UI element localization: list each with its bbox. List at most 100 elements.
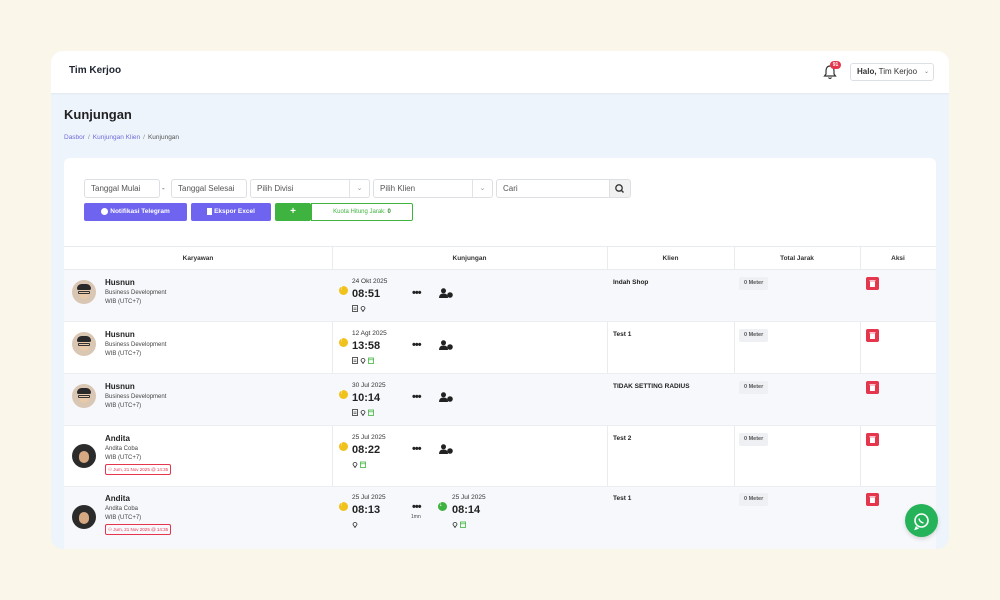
client-name[interactable]: Test 1 — [613, 495, 631, 502]
user-menu-dropdown[interactable]: Halo, Tim Kerjoo ⌄ — [850, 63, 934, 81]
chevron-down-icon: ⌄ — [923, 69, 929, 75]
calendar-icon[interactable] — [368, 409, 374, 416]
checkin-date: 30 Jul 2025 — [352, 382, 386, 389]
document-icon[interactable] — [352, 357, 358, 364]
checkin-time: 08:51 — [352, 288, 381, 300]
calendar-icon[interactable] — [360, 461, 366, 468]
breadcrumb-client-visits[interactable]: Kunjungan Klien — [93, 134, 140, 141]
employee-name[interactable]: Andita — [105, 434, 130, 443]
location-pin-icon[interactable] — [360, 305, 366, 312]
trash-icon[interactable] — [866, 433, 879, 446]
user-clock-icon[interactable] — [439, 392, 453, 402]
checkin-date: 25 Jul 2025 — [352, 494, 386, 501]
table-row[interactable]: Husnun Business Development WIB (UTC+7) … — [64, 270, 936, 322]
col-header-visit: Kunjungan — [452, 255, 487, 262]
location-pin-icon[interactable] — [360, 409, 366, 416]
table-row[interactable]: Andita Andita Coba WIB (UTC+7) ⚇ Jum, 21… — [64, 426, 936, 487]
notification-badge: 91 — [830, 61, 841, 69]
telegram-notification-button[interactable]: Notifikasi Telegram — [84, 203, 187, 221]
employee-name[interactable]: Husnun — [105, 382, 135, 391]
checkin-date: 12 Agt 2025 — [352, 330, 387, 337]
calendar-icon[interactable] — [368, 357, 374, 364]
employee-division: Andita Coba — [105, 506, 139, 512]
table-row[interactable]: Husnun Business Development WIB (UTC+7) … — [64, 374, 936, 426]
arrow-down-icon: ↓ — [438, 501, 447, 511]
checkout-info-icons — [452, 521, 468, 529]
table-row[interactable]: Husnun Business Development WIB (UTC+7) … — [64, 322, 936, 374]
document-icon[interactable] — [352, 409, 358, 416]
client-select[interactable]: Pilih Klien ⌄ — [373, 179, 493, 198]
trash-icon[interactable] — [866, 493, 879, 506]
whatsapp-button[interactable] — [905, 504, 938, 537]
checkin-time: 08:13 — [352, 504, 381, 516]
employee-timezone: WIB (UTC+7) — [105, 351, 142, 357]
employee-name[interactable]: Husnun — [105, 330, 135, 339]
add-visit-button[interactable]: + — [275, 203, 311, 221]
last-active-text: Jum, 21 Nov 2025 @ 14:35 — [113, 467, 169, 472]
employee-name[interactable]: Andita — [105, 494, 130, 503]
client-name[interactable]: TIDAK SETTING RADIUS — [613, 383, 690, 390]
avatar — [72, 332, 96, 356]
document-icon[interactable] — [352, 305, 358, 312]
breadcrumb-dashboard[interactable]: Dasbor — [64, 134, 85, 141]
more-options-icon[interactable]: ••• — [412, 287, 422, 299]
client-name[interactable]: Test 2 — [613, 435, 631, 442]
location-pin-icon[interactable] — [352, 521, 358, 528]
user-clock-icon[interactable] — [439, 288, 453, 298]
checkout-time: 08:14 — [452, 504, 481, 516]
breadcrumb: Dasbor / Kunjungan Klien / Kunjungan — [64, 134, 180, 141]
checkin-time: 13:58 — [352, 340, 381, 352]
visit-duration: 1mn — [411, 514, 421, 520]
trash-icon[interactable] — [866, 381, 879, 394]
more-options-icon[interactable]: ••• — [412, 501, 422, 513]
distance-badge: 0 Meter — [739, 329, 769, 342]
employee-name[interactable]: Husnun — [105, 278, 135, 287]
chevron-down-icon: ⌄ — [349, 180, 369, 197]
location-pin-icon[interactable] — [452, 521, 458, 528]
visit-info-icons — [352, 409, 376, 417]
checkout-date: 25 Jul 2025 — [452, 494, 486, 501]
col-header-distance: Total Jarak — [780, 255, 814, 262]
telegram-icon — [101, 207, 109, 215]
calendar-icon[interactable] — [460, 521, 466, 528]
distance-badge: 0 Meter — [739, 277, 769, 290]
start-date-input[interactable]: Tanggal Mulai — [84, 179, 160, 198]
end-date-input[interactable]: Tanggal Selesai — [171, 179, 247, 198]
more-options-icon[interactable]: ••• — [412, 443, 422, 455]
division-select[interactable]: Pilih Divisi ⌄ — [250, 179, 370, 198]
export-excel-button[interactable]: Ekspor Excel — [191, 203, 271, 221]
distance-badge: 0 Meter — [739, 493, 769, 506]
top-navbar: Tim Kerjoo 91 Halo, Tim Kerjoo ⌄ — [51, 51, 949, 93]
quota-label: Kuota Hitung Jarak: — [333, 209, 386, 215]
user-clock-icon[interactable] — [439, 444, 453, 454]
employee-division: Business Development — [105, 342, 167, 348]
visit-info-icons — [352, 305, 368, 313]
client-name[interactable]: Test 1 — [613, 331, 631, 338]
breadcrumb-current: Kunjungan — [147, 134, 180, 141]
client-name[interactable]: Indah Shop — [613, 279, 648, 286]
date-separator: - — [162, 184, 165, 193]
trash-icon[interactable] — [866, 329, 879, 342]
visits-card: Tanggal Mulai - Tanggal Selesai Pilih Di… — [64, 158, 936, 549]
search-button[interactable] — [609, 179, 631, 198]
trash-icon[interactable] — [866, 277, 879, 290]
user-clock-icon[interactable] — [439, 340, 453, 350]
employee-division: Andita Coba — [105, 446, 139, 452]
employee-timezone: WIB (UTC+7) — [105, 299, 142, 305]
distance-badge: 0 Meter — [739, 433, 769, 446]
more-options-icon[interactable]: ••• — [412, 391, 422, 403]
arrow-up-icon: ↑ — [339, 441, 348, 451]
search-input[interactable]: Cari — [496, 179, 610, 198]
brand-name[interactable]: Tim Kerjoo — [69, 65, 121, 76]
visit-info-icons — [352, 521, 360, 529]
checkin-date: 24 Okt 2025 — [352, 278, 388, 285]
division-select-value: Pilih Divisi — [257, 184, 294, 193]
distance-badge: 0 Meter — [739, 381, 769, 394]
location-pin-icon[interactable] — [360, 357, 366, 364]
page-title: Kunjungan — [64, 107, 132, 122]
table-row[interactable]: Andita Andita Coba WIB (UTC+7) ⚇ Jum, 21… — [64, 487, 936, 549]
greeting-label: Halo, — [857, 67, 877, 76]
location-pin-icon[interactable] — [352, 461, 358, 468]
more-options-icon[interactable]: ••• — [412, 339, 422, 351]
avatar — [72, 280, 96, 304]
